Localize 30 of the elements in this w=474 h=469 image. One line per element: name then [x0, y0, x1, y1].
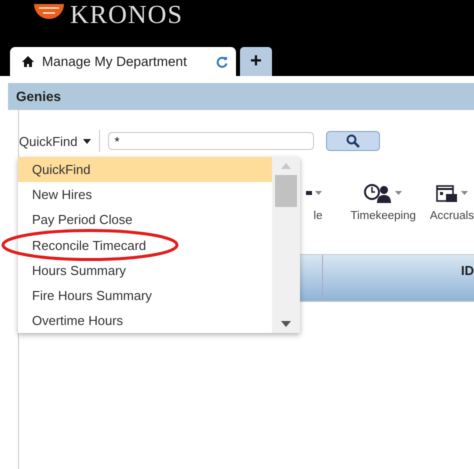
search-button[interactable] [326, 131, 380, 151]
add-tab-button[interactable]: + [240, 47, 272, 76]
dropdown-item[interactable]: New Hires [18, 182, 272, 208]
toolbar-icon[interactable] [306, 191, 312, 195]
dropdown-item[interactable]: Fire Hours Summary [18, 282, 272, 308]
dropdown-item[interactable]: Overtime Hours [18, 308, 272, 334]
refresh-icon[interactable] [216, 56, 228, 68]
dropdown-item[interactable]: Reconcile Timecard [18, 232, 272, 258]
toolbar-label[interactable]: Accruals [430, 210, 474, 222]
toolbar-label[interactable]: Timekeeping [350, 210, 416, 222]
home-icon [22, 56, 34, 67]
search-icon [346, 134, 360, 148]
logo-text: KRONOS [70, 2, 183, 28]
panel-header: Genies [8, 83, 474, 110]
quickfind-dropdown[interactable]: QuickFind [19, 130, 100, 152]
tab-label: Manage My Department [42, 54, 188, 69]
dropdown-item[interactable]: QuickFind [18, 157, 272, 182]
column-header[interactable]: ID [461, 263, 474, 301]
caret-icon[interactable] [82, 138, 91, 144]
toolbar-label[interactable]: le [314, 210, 322, 222]
dropdown-item[interactable]: Hours Summary [18, 258, 272, 283]
tab[interactable]: Manage My Department [10, 47, 236, 76]
logo-icon [34, 4, 64, 20]
search-field[interactable]: * [108, 132, 314, 150]
scrollbar[interactable] [272, 157, 300, 333]
scroll-down-icon[interactable] [281, 321, 291, 327]
dropdown-item[interactable]: Pay Period Close [18, 207, 272, 233]
clock-person-icon[interactable] [364, 183, 392, 203]
calendar-icon[interactable] [436, 183, 458, 203]
scroll-thumb[interactable] [275, 175, 297, 207]
